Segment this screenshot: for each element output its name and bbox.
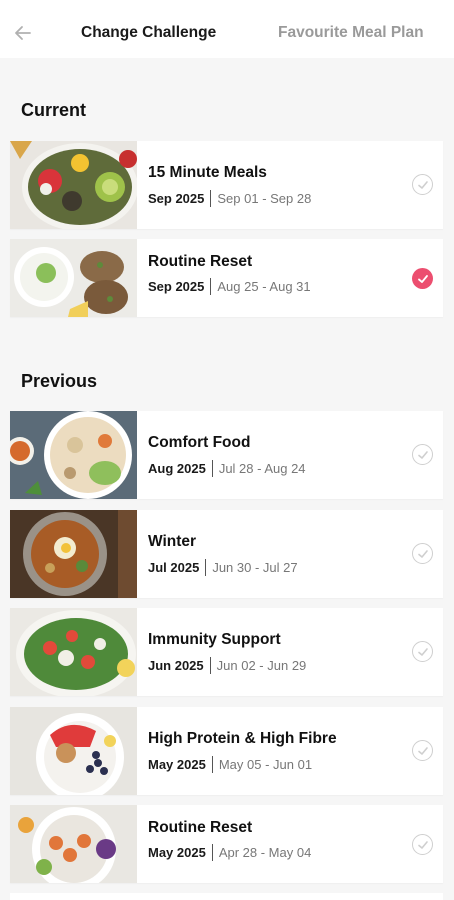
challenge-date-range: Jun 30 - Jul 27 bbox=[212, 560, 298, 575]
tab-change-challenge[interactable]: Change Challenge bbox=[81, 24, 216, 42]
challenge-card[interactable]: Winter Jul 2025 Jun 30 - Jul 27 bbox=[10, 510, 443, 598]
divider bbox=[205, 559, 207, 576]
challenge-date-range: Aug 25 - Aug 31 bbox=[217, 279, 311, 294]
challenge-title: Routine Reset bbox=[148, 819, 253, 836]
challenge-card[interactable]: Comfort Food Aug 2025 Jul 28 - Aug 24 bbox=[10, 411, 443, 499]
divider bbox=[210, 190, 212, 207]
check-icon bbox=[417, 746, 428, 755]
challenge-month: Jul 2025 bbox=[148, 560, 200, 575]
select-check-button[interactable] bbox=[412, 268, 433, 289]
meal-image bbox=[10, 510, 137, 598]
check-icon bbox=[417, 840, 428, 849]
challenge-month: May 2025 bbox=[148, 757, 206, 772]
challenge-card[interactable]: Routine Reset May 2025 Apr 28 - May 04 bbox=[10, 805, 443, 883]
meal-image bbox=[10, 141, 137, 229]
challenge-title: Comfort Food bbox=[148, 434, 251, 451]
next-card-peek bbox=[10, 893, 443, 900]
select-check-button[interactable] bbox=[412, 174, 433, 195]
divider bbox=[211, 844, 213, 861]
check-icon bbox=[417, 274, 428, 283]
challenge-card[interactable]: High Protein & High Fibre May 2025 May 0… bbox=[10, 707, 443, 795]
back-button[interactable] bbox=[10, 20, 36, 46]
challenge-date-range: Jun 02 - Jun 29 bbox=[216, 658, 307, 673]
select-check-button[interactable] bbox=[412, 641, 433, 662]
meal-image bbox=[10, 239, 137, 317]
arrow-left-icon bbox=[15, 26, 31, 40]
challenge-card[interactable]: Immunity Support Jun 2025 Jun 02 - Jun 2… bbox=[10, 608, 443, 696]
divider bbox=[211, 460, 213, 477]
challenge-card[interactable]: Routine Reset Sep 2025 Aug 25 - Aug 31 bbox=[10, 239, 443, 317]
select-check-button[interactable] bbox=[412, 834, 433, 855]
divider bbox=[210, 278, 212, 295]
select-check-button[interactable] bbox=[412, 444, 433, 465]
tab-favourite-meal-plan[interactable]: Favourite Meal Plan bbox=[278, 24, 424, 42]
challenge-date-range: Apr 28 - May 04 bbox=[218, 845, 312, 860]
divider bbox=[209, 657, 211, 674]
challenge-title: Immunity Support bbox=[148, 631, 281, 648]
meal-image bbox=[10, 707, 137, 795]
challenge-month: May 2025 bbox=[148, 845, 206, 860]
challenge-title: Routine Reset bbox=[148, 253, 253, 270]
select-check-button[interactable] bbox=[412, 543, 433, 564]
challenge-date-range: May 05 - Jun 01 bbox=[218, 757, 313, 772]
challenge-date-range: Sep 01 - Sep 28 bbox=[217, 191, 312, 206]
challenge-title: 15 Minute Meals bbox=[148, 164, 267, 181]
challenge-month: Sep 2025 bbox=[148, 191, 205, 206]
challenge-month: Sep 2025 bbox=[148, 279, 205, 294]
check-icon bbox=[417, 647, 428, 656]
section-title-current: Current bbox=[21, 100, 87, 120]
challenge-title: High Protein & High Fibre bbox=[148, 730, 337, 747]
check-icon bbox=[417, 549, 428, 558]
meal-image bbox=[10, 805, 137, 883]
check-icon bbox=[417, 180, 428, 189]
meal-image bbox=[10, 411, 137, 499]
challenge-month: Aug 2025 bbox=[148, 461, 206, 476]
challenge-title: Winter bbox=[148, 533, 197, 550]
meal-image bbox=[10, 608, 137, 696]
check-icon bbox=[417, 450, 428, 459]
challenge-month: Jun 2025 bbox=[148, 658, 204, 673]
select-check-button[interactable] bbox=[412, 740, 433, 761]
top-bar: Change Challenge Favourite Meal Plan bbox=[0, 0, 454, 58]
challenge-card[interactable]: 15 Minute Meals Sep 2025 Sep 01 - Sep 28 bbox=[10, 141, 443, 229]
divider bbox=[211, 756, 213, 773]
section-title-previous: Previous bbox=[21, 371, 98, 391]
challenge-date-range: Jul 28 - Aug 24 bbox=[218, 461, 306, 476]
